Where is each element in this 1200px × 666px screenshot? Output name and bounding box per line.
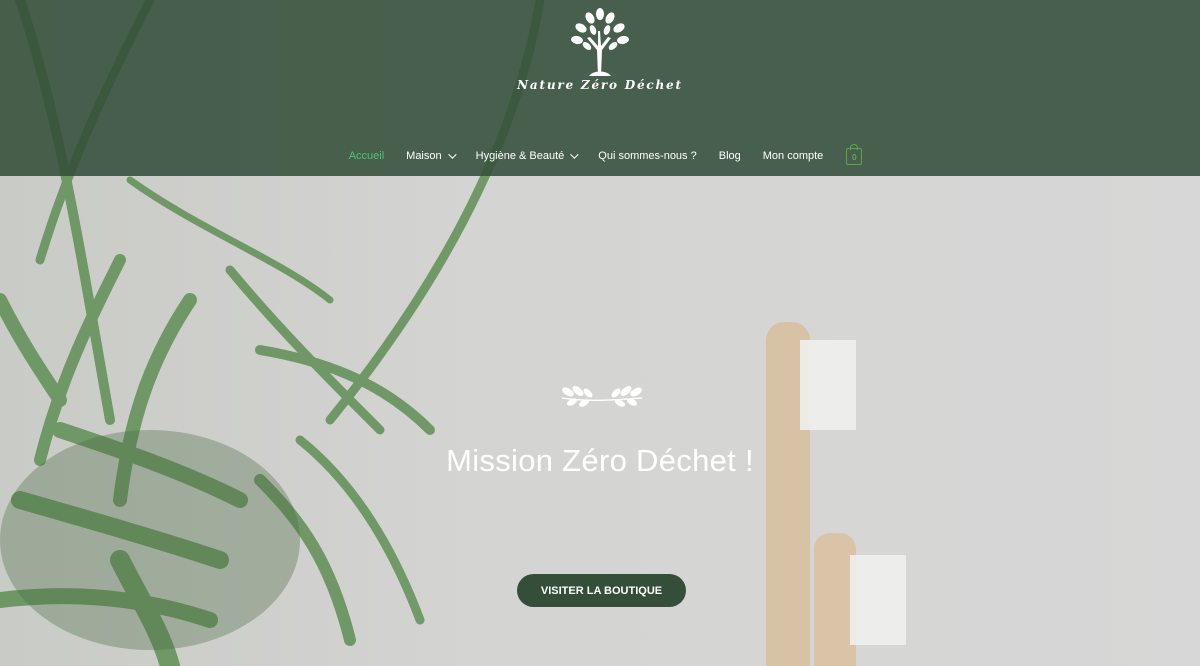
site-header: Nature Zéro Déchet Accueil Maison Hygièn… (0, 0, 1200, 176)
main-nav: Accueil Maison Hygiène & Beauté Qui somm… (0, 143, 1200, 168)
laurel-icon (561, 386, 643, 407)
site-logo[interactable]: Nature Zéro Déchet (500, 6, 700, 98)
nav-item-hygiene-beaute[interactable]: Hygiène & Beauté (475, 150, 579, 162)
nav-item-blog[interactable]: Blog (719, 150, 741, 162)
nav-item-accueil[interactable]: Accueil (349, 150, 384, 162)
nav-item-label: Accueil (348, 150, 385, 162)
hero-title: Mission Zéro Déchet ! (446, 443, 754, 478)
nav-item-label: Qui sommes-nous ? (598, 150, 697, 162)
nav-item-maison[interactable]: Maison (406, 150, 457, 162)
brand-name: Nature Zéro Déchet (517, 78, 683, 92)
nav-item-qui-sommes-nous[interactable]: Qui sommes-nous ? (598, 150, 696, 162)
chevron-down-icon (570, 150, 579, 159)
nav-item-label: Mon compte (762, 150, 824, 162)
visit-shop-button[interactable]: VISITER LA BOUTIQUE (517, 574, 686, 607)
tree-icon (571, 8, 629, 76)
chevron-down-icon (447, 150, 457, 159)
nav-item-label: Maison (406, 150, 442, 162)
cart-count: 0 (852, 152, 857, 162)
nav-item-label: Blog (718, 150, 741, 162)
nav-item-mon-compte[interactable]: Mon compte (763, 150, 824, 162)
nav-item-label: Hygiène & Beauté (475, 150, 565, 162)
shopping-bag-icon[interactable]: 0 (846, 143, 863, 165)
